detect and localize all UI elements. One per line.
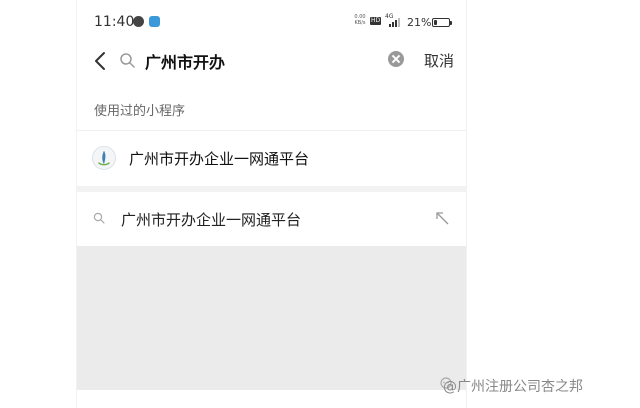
net-speed-unit: KB/s [354, 20, 366, 26]
search-input[interactable]: 广州市开办 [145, 49, 225, 73]
list-item[interactable]: 广州市开办企业一网通平台 [77, 138, 466, 182]
cancel-button[interactable]: 取消 [424, 50, 454, 71]
chat-notification-icon [133, 16, 144, 27]
search-icon [120, 53, 135, 68]
search-icon [93, 212, 105, 224]
suggestion-label: 广州市开办企业一网通平台 [121, 211, 302, 229]
status-time: 11:40 [94, 14, 135, 30]
search-bar: 广州市开办 取消 [77, 44, 466, 78]
clear-icon[interactable] [388, 51, 404, 67]
divider [77, 130, 466, 131]
app-notification-icon [149, 16, 160, 27]
battery-percent: 21% [407, 16, 432, 29]
status-bar: 11:40 0.00 KB/s HD 4G 21% [77, 0, 466, 44]
network-speed: 0.00 KB/s [353, 14, 367, 26]
fill-arrow-icon[interactable] [435, 211, 449, 225]
suggestion-item[interactable]: 广州市开办企业一网通平台 [77, 196, 466, 240]
battery-tip [450, 21, 452, 25]
hd-badge: HD [370, 17, 382, 25]
phone-screen: 11:40 0.00 KB/s HD 4G 21% 广州市开办 取消 使用过的小… [76, 0, 467, 408]
section-title: 使用过的小程序 [94, 104, 186, 119]
back-icon[interactable] [91, 49, 111, 73]
empty-area [77, 246, 466, 390]
battery-fill [434, 20, 437, 25]
divider-band [77, 186, 466, 192]
watermark-text: @广州注册公司杏之邦 [443, 379, 583, 395]
battery-icon [432, 18, 450, 27]
signal-icon [389, 18, 400, 27]
app-logo-icon [92, 146, 116, 170]
list-item-label: 广州市开办企业一网通平台 [129, 150, 310, 168]
